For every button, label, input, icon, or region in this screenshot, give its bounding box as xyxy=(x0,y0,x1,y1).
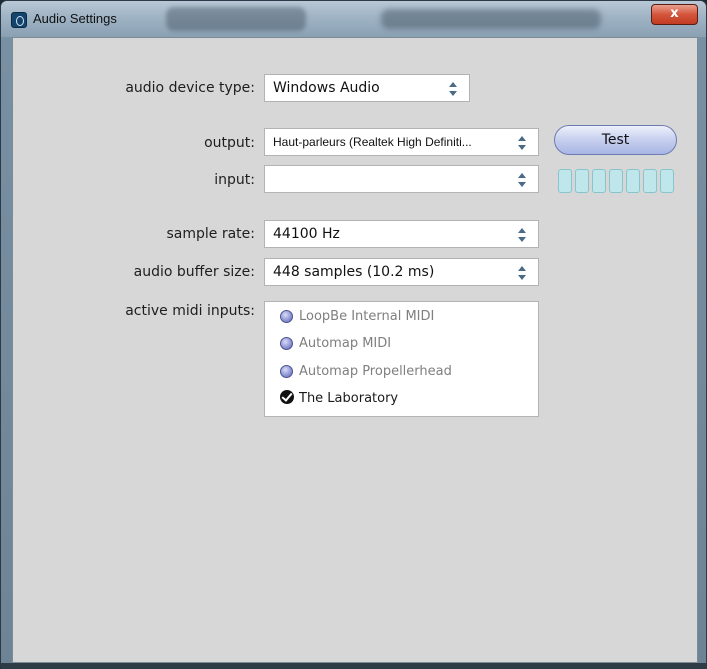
input-level-meter xyxy=(558,169,676,193)
level-segment xyxy=(643,169,657,193)
level-segment xyxy=(558,169,572,193)
settings-panel: audio device type: Windows Audio output:… xyxy=(12,37,698,663)
window-title: Audio Settings xyxy=(33,11,117,26)
select-arrows-icon xyxy=(514,228,530,242)
midi-inputs-list: LoopBe Internal MIDI Automap MIDI Automa… xyxy=(264,301,539,417)
level-segment xyxy=(592,169,606,193)
sample-rate-value: 44100 Hz xyxy=(273,226,340,242)
level-segment xyxy=(575,169,589,193)
audio-settings-window: Audio Settings x audio device type: Wind… xyxy=(0,0,707,669)
output-label: output: xyxy=(204,135,255,151)
level-segment xyxy=(660,169,674,193)
output-select[interactable]: Haut-parleurs (Realtek High Definiti... xyxy=(264,128,539,156)
device-type-value: Windows Audio xyxy=(273,80,380,96)
midi-inputs-label: active midi inputs: xyxy=(125,303,255,319)
checkmark-icon xyxy=(280,390,294,404)
buffer-size-select[interactable]: 448 samples (10.2 ms) xyxy=(264,258,539,286)
radio-off-icon xyxy=(280,310,293,323)
input-label: input: xyxy=(214,172,255,188)
midi-input-name: Automap Propellerhead xyxy=(299,364,452,379)
midi-input-name: LoopBe Internal MIDI xyxy=(299,309,435,324)
level-segment xyxy=(609,169,623,193)
titlebar-glass xyxy=(166,7,306,31)
select-arrows-icon xyxy=(445,82,461,96)
select-arrows-icon xyxy=(514,266,530,280)
select-arrows-icon xyxy=(514,136,530,150)
titlebar-glass xyxy=(381,9,601,29)
radio-off-icon xyxy=(280,337,293,350)
midi-input-name: Automap MIDI xyxy=(299,336,392,351)
input-select[interactable] xyxy=(264,165,539,193)
sample-rate-label: sample rate: xyxy=(166,226,255,242)
level-segment xyxy=(626,169,640,193)
sample-rate-select[interactable]: 44100 Hz xyxy=(264,220,539,248)
radio-off-icon xyxy=(280,365,293,378)
output-value: Haut-parleurs (Realtek High Definiti... xyxy=(273,135,472,149)
title-bar[interactable]: Audio Settings x xyxy=(1,1,706,37)
buffer-size-value: 448 samples (10.2 ms) xyxy=(273,264,435,280)
window-bottom-edge xyxy=(1,663,707,669)
test-button[interactable]: Test xyxy=(554,125,677,155)
app-icon xyxy=(11,12,27,28)
device-type-select[interactable]: Windows Audio xyxy=(264,74,470,102)
select-arrows-icon xyxy=(514,173,530,187)
buffer-size-label: audio buffer size: xyxy=(133,264,255,280)
midi-input-name: The Laboratory xyxy=(299,391,399,406)
device-type-label: audio device type: xyxy=(125,80,255,96)
close-button[interactable]: x xyxy=(651,4,698,25)
